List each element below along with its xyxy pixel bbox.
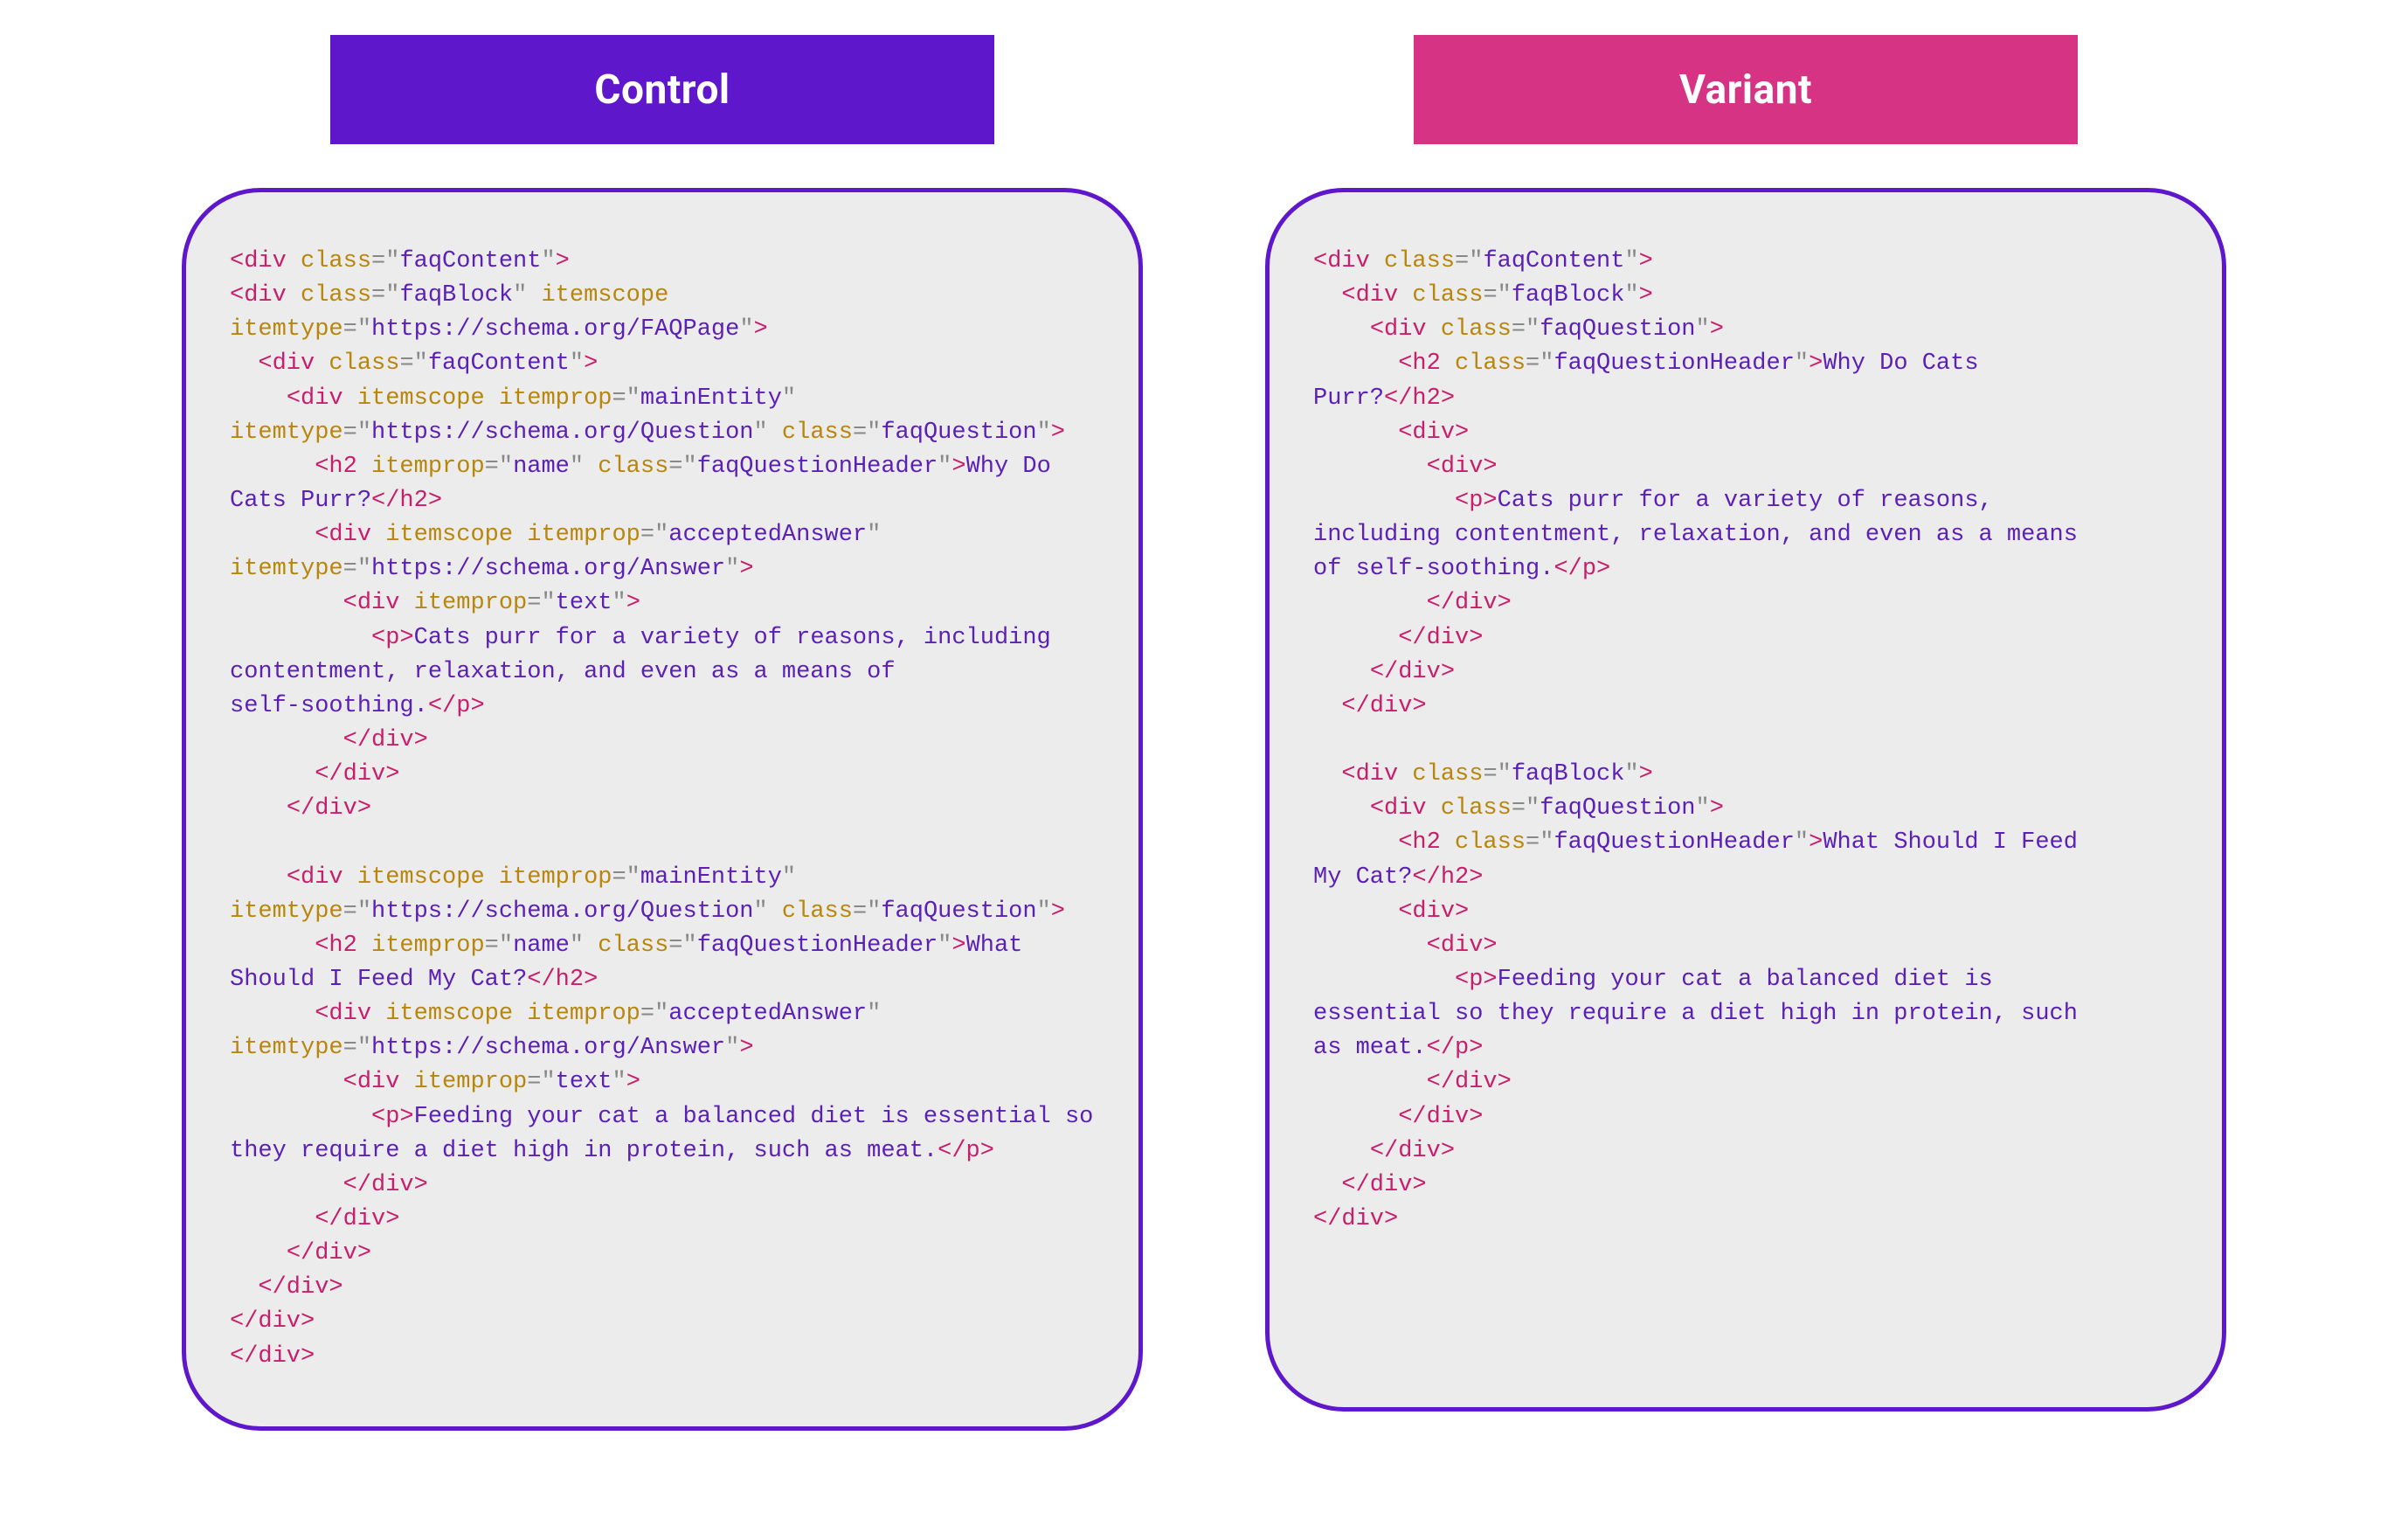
variant-column: Variant <div class="faqContent"> <div cl… — [1265, 35, 2226, 1484]
control-header-badge: Control — [330, 35, 994, 144]
variant-header-badge: Variant — [1414, 35, 2078, 144]
control-column: Control <div class="faqContent"> <div cl… — [182, 35, 1143, 1484]
control-code: <div class="faqContent"> <div class="faq… — [230, 245, 1095, 1374]
comparison-stage: Control <div class="faqContent"> <div cl… — [0, 0, 2408, 1519]
variant-code-card: <div class="faqContent"> <div class="faq… — [1265, 188, 2226, 1411]
variant-code: <div class="faqContent"> <div class="faq… — [1313, 245, 2178, 1237]
variant-label: Variant — [1679, 66, 1812, 114]
control-code-card: <div class="faqContent"> <div class="faq… — [182, 188, 1143, 1431]
control-label: Control — [594, 66, 730, 114]
